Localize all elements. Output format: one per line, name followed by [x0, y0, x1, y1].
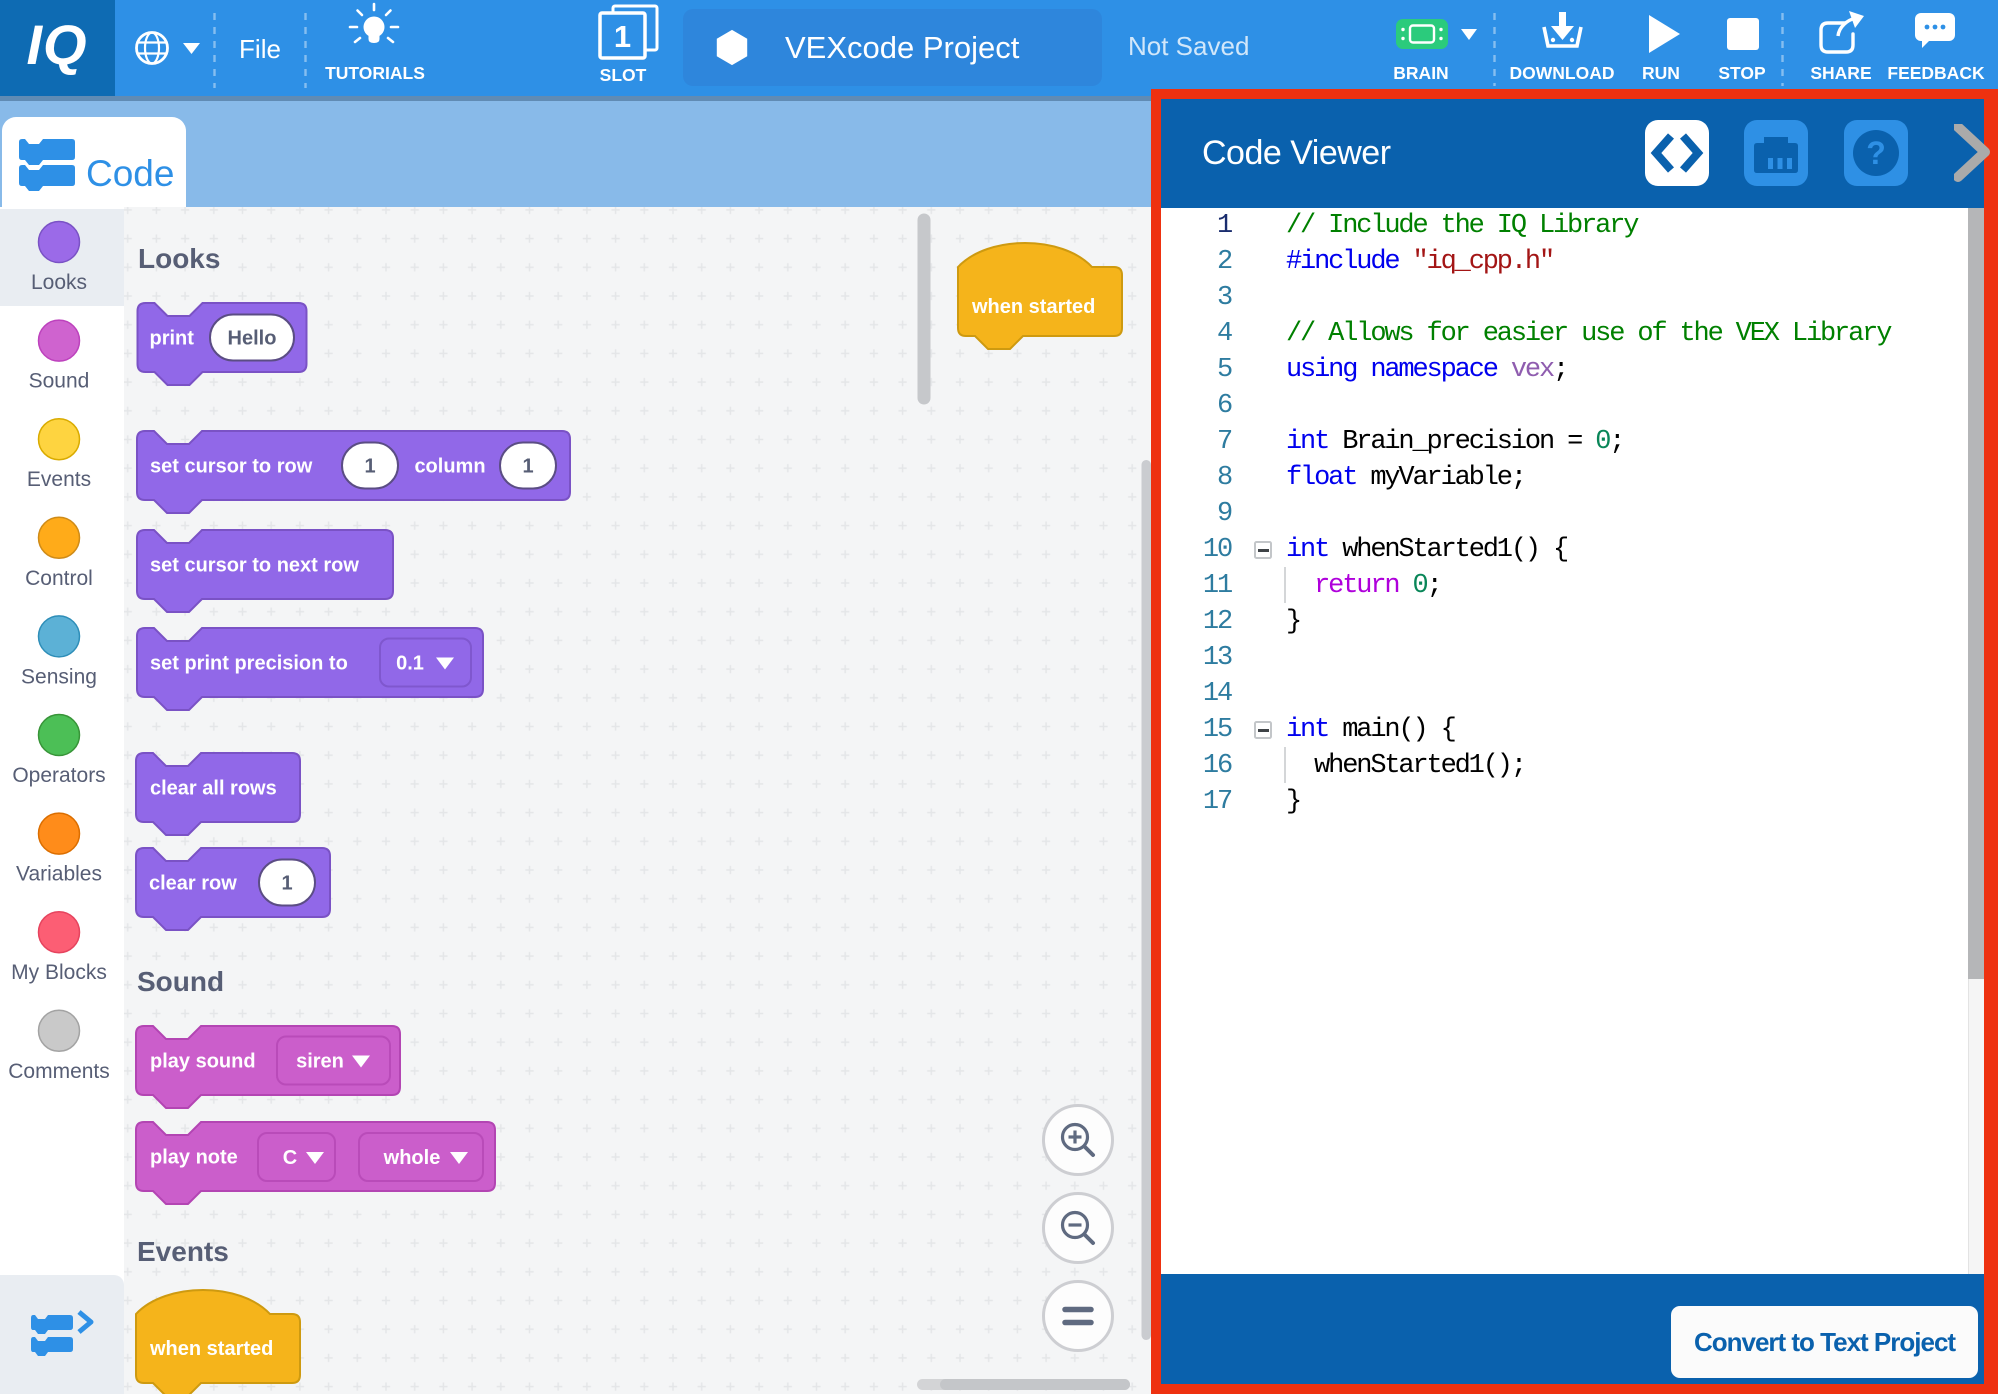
- svg-text:SLOT: SLOT: [600, 65, 647, 85]
- svg-text:clear row: clear row: [149, 873, 237, 895]
- svg-text:0.1: 0.1: [396, 653, 424, 675]
- svg-text:play note: play note: [150, 1147, 238, 1169]
- svg-text:?: ?: [1866, 135, 1886, 171]
- svg-text:Not Saved: Not Saved: [1128, 31, 1249, 61]
- svg-text:whole: whole: [383, 1147, 441, 1169]
- svg-text:siren: siren: [296, 1051, 344, 1073]
- svg-text:play sound: play sound: [150, 1051, 256, 1073]
- svg-text:Variables: Variables: [16, 863, 102, 886]
- svg-text:Sound: Sound: [137, 966, 224, 997]
- svg-text:Hello: Hello: [228, 328, 277, 350]
- svg-text:when started: when started: [971, 296, 1095, 318]
- svg-text:Events: Events: [27, 468, 91, 491]
- svg-text:set cursor to row: set cursor to row: [150, 456, 313, 478]
- svg-text:SHARE: SHARE: [1810, 63, 1871, 83]
- svg-text:Looks: Looks: [31, 271, 87, 294]
- svg-text:1: 1: [522, 456, 533, 478]
- svg-text:clear all rows: clear all rows: [150, 778, 277, 800]
- svg-text:VEXcode Project: VEXcode Project: [785, 30, 1020, 65]
- svg-text:Operators: Operators: [12, 764, 105, 787]
- svg-text:Looks: Looks: [138, 243, 220, 274]
- svg-text:File: File: [239, 34, 281, 64]
- svg-text:1: 1: [614, 19, 631, 54]
- svg-text:RUN: RUN: [1642, 63, 1680, 83]
- svg-text:when started: when started: [149, 1338, 273, 1360]
- svg-text:Sensing: Sensing: [21, 665, 97, 688]
- svg-text:1: 1: [281, 873, 292, 895]
- svg-text:set print precision to: set print precision to: [150, 653, 348, 675]
- svg-text:1: 1: [364, 456, 375, 478]
- svg-text:Code: Code: [86, 153, 174, 194]
- svg-text:Events: Events: [137, 1236, 229, 1267]
- svg-text:C: C: [283, 1147, 297, 1169]
- svg-text:DOWNLOAD: DOWNLOAD: [1510, 63, 1615, 83]
- svg-text:FEEDBACK: FEEDBACK: [1887, 63, 1985, 83]
- svg-text:Control: Control: [25, 567, 93, 590]
- svg-text:Sound: Sound: [29, 370, 90, 393]
- svg-text:My Blocks: My Blocks: [11, 961, 107, 984]
- svg-text:BRAIN: BRAIN: [1393, 63, 1448, 83]
- svg-text:Comments: Comments: [8, 1060, 110, 1083]
- svg-text:IQ: IQ: [26, 13, 87, 76]
- svg-text:set cursor to next row: set cursor to next row: [150, 555, 359, 577]
- svg-text:column: column: [414, 456, 485, 478]
- svg-text:TUTORIALS: TUTORIALS: [325, 63, 425, 83]
- svg-text:print: print: [150, 328, 195, 350]
- svg-text:STOP: STOP: [1718, 63, 1766, 83]
